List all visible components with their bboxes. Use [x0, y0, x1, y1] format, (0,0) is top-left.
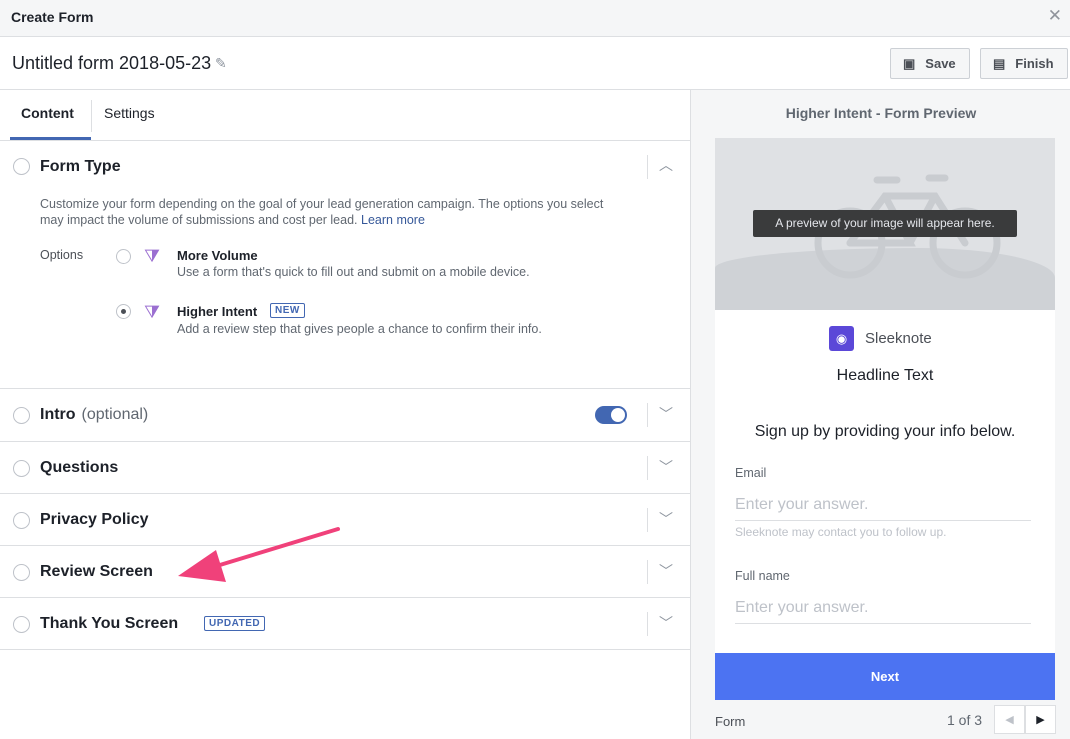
options-label: Options: [40, 248, 84, 262]
option-name-higher-intent[interactable]: Higher Intent: [177, 304, 257, 319]
section-thank-you-screen[interactable]: Thank You Screen UPDATED ﹀: [0, 598, 690, 650]
optional-note: (optional): [81, 406, 149, 423]
section-privacy-policy[interactable]: Privacy Policy ﹀: [0, 494, 690, 546]
chevron-down-icon[interactable]: ﹀: [659, 613, 673, 633]
section-status-radio: [13, 407, 30, 424]
chevron-down-icon[interactable]: ﹀: [659, 404, 673, 424]
pencil-icon[interactable]: ✎: [215, 55, 227, 72]
section-status-radio: [13, 460, 30, 477]
divider: [647, 612, 648, 636]
section-title[interactable]: Form Type: [40, 158, 121, 176]
finish-button[interactable]: ▤ Finish: [980, 48, 1068, 79]
section-status-radio: [13, 158, 30, 175]
editor-panel: Content Settings Form Type ︿ Customize y…: [0, 90, 690, 739]
annotation-arrow: [178, 527, 340, 582]
page-indicator: 1 of 3: [947, 712, 983, 728]
headline: Headline Text: [836, 367, 934, 384]
new-badge: NEW: [270, 303, 305, 318]
tab-divider: [91, 100, 92, 132]
image-placeholder: A preview of your image will appear here…: [715, 138, 1055, 310]
prev-page-button[interactable]: ◀: [994, 705, 1025, 734]
section-title: Review Screen: [40, 563, 153, 580]
divider: [647, 456, 648, 480]
signup-text: Sign up by providing your info below.: [754, 423, 1016, 440]
form-name[interactable]: Untitled form 2018-05-23: [12, 53, 211, 74]
section-intro[interactable]: Intro (optional) ﹀: [0, 389, 690, 442]
email-field[interactable]: Enter your answer.: [735, 496, 1031, 521]
brand: ◉ Sleeknote: [829, 326, 932, 351]
divider: [647, 403, 648, 427]
save-button-label: Save: [925, 56, 956, 71]
email-help-text: Sleeknote may contact you to follow up.: [735, 525, 947, 539]
preview-title: Higher Intent - Form Preview: [785, 105, 977, 121]
section-status-radio: [13, 512, 30, 529]
email-label: Email: [735, 466, 767, 480]
option-name-more-volume[interactable]: More Volume: [177, 248, 258, 263]
updated-badge: UPDATED: [204, 616, 266, 631]
chevron-down-icon[interactable]: ﹀: [659, 457, 673, 477]
funnel-icon: ⧩: [144, 302, 161, 322]
image-placeholder-tooltip: A preview of your image will appear here…: [753, 210, 1017, 237]
dialog-title: Create Form: [11, 9, 94, 25]
section-title: Questions: [40, 459, 119, 476]
chevron-down-icon[interactable]: ﹀: [659, 561, 673, 581]
chevron-up-icon[interactable]: ︿: [659, 155, 673, 175]
section-questions[interactable]: Questions ﹀: [0, 442, 690, 494]
option-desc-more-volume: Use a form that's quick to fill out and …: [177, 265, 530, 279]
next-page-button[interactable]: ▶: [1025, 705, 1056, 734]
section-status-radio: [13, 564, 30, 581]
option-desc-higher-intent: Add a review step that gives people a ch…: [177, 322, 542, 336]
learn-more-link[interactable]: Learn more: [361, 213, 425, 227]
save-button[interactable]: ▣ Save: [890, 48, 970, 79]
finish-icon: ▤: [993, 55, 1006, 71]
tab-content[interactable]: Content: [21, 105, 74, 121]
close-icon[interactable]: ✕: [1048, 7, 1062, 24]
next-button[interactable]: Next: [715, 653, 1055, 700]
form-type-description: Customize your form depending on the goa…: [40, 196, 630, 228]
tab-settings[interactable]: Settings: [104, 105, 155, 121]
tab-bar: Content Settings: [0, 90, 690, 141]
section-form-type: Form Type ︿ Customize your form dependin…: [0, 141, 690, 389]
funnel-icon: ⧩: [144, 246, 161, 266]
form-header: Untitled form 2018-05-23 ✎ ▣ Save ▤ Fini…: [0, 37, 1070, 90]
section-status-radio: [13, 616, 30, 633]
option-radio-more-volume[interactable]: [116, 249, 131, 264]
brand-logo-icon: ◉: [829, 326, 854, 351]
section-title: Thank You Screen: [40, 615, 179, 632]
divider: [647, 155, 648, 179]
active-tab-indicator: [10, 137, 91, 140]
section-title: Privacy Policy: [40, 511, 149, 528]
form-preview-card: A preview of your image will appear here…: [715, 138, 1055, 700]
section-review-screen[interactable]: Review Screen ﹀: [0, 546, 690, 598]
footer-label: Form: [715, 714, 746, 729]
divider: [647, 508, 648, 532]
chevron-down-icon[interactable]: ﹀: [659, 509, 673, 529]
full-name-label: Full name: [735, 569, 790, 583]
section-title: Intro (optional): [40, 406, 149, 423]
intro-toggle[interactable]: [595, 406, 627, 424]
dialog-titlebar: Create Form ✕: [0, 0, 1070, 37]
divider: [647, 560, 648, 584]
full-name-field[interactable]: Enter your answer.: [735, 599, 1031, 624]
preview-panel: Higher Intent - Form Preview A preview o…: [690, 90, 1070, 739]
description-text: Customize your form depending on the goa…: [40, 197, 604, 227]
brand-name: Sleeknote: [865, 330, 932, 347]
save-icon: ▣: [903, 55, 916, 71]
finish-button-label: Finish: [1015, 56, 1054, 71]
option-radio-higher-intent[interactable]: [116, 304, 131, 319]
